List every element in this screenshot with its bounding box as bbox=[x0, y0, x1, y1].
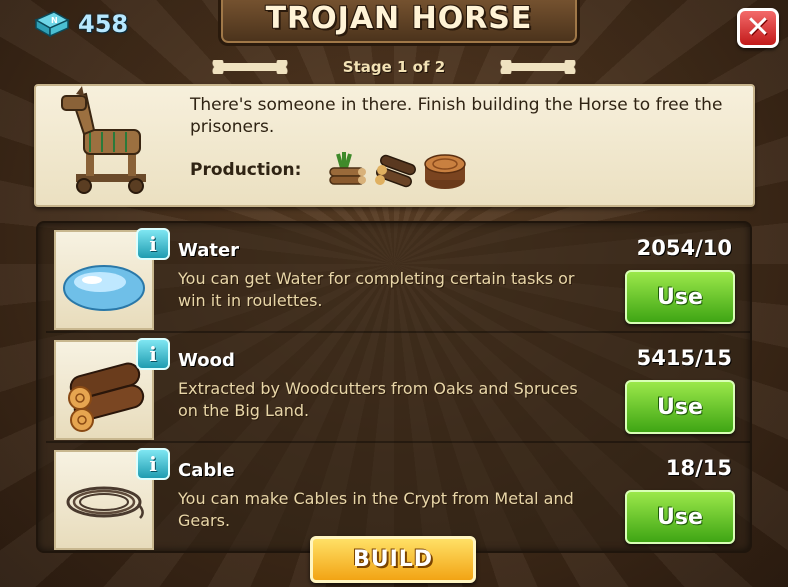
tree-stump-icon bbox=[424, 154, 466, 189]
page-title: TROJAN HORSE bbox=[265, 1, 533, 36]
build-button[interactable]: BUILD bbox=[310, 536, 476, 583]
resource-row-cable: i Cable You can make Cables in the Crypt… bbox=[46, 442, 750, 550]
log-bundle-icon bbox=[329, 152, 366, 185]
use-button[interactable]: Use bbox=[625, 380, 735, 434]
resource-name: Wood bbox=[178, 350, 235, 371]
info-button[interactable]: i bbox=[136, 448, 170, 480]
resource-row-wood: i Wood Extracted by Woodcutters from Oak… bbox=[46, 332, 750, 440]
quest-description: There's someone in there. Finish buildin… bbox=[190, 95, 723, 137]
logs-icon bbox=[375, 154, 416, 188]
currency-amount: 458 bbox=[78, 10, 129, 38]
resource-description: You can make Cables in the Crypt from Me… bbox=[178, 489, 574, 530]
resource-description: You can get Water for completing certain… bbox=[178, 269, 575, 310]
info-button[interactable]: i bbox=[136, 228, 170, 260]
resource-count: 2054/10 bbox=[636, 236, 732, 260]
resource-count: 18/15 bbox=[665, 456, 732, 480]
resource-row-water: i Water You can get Water for completing… bbox=[46, 222, 750, 330]
resource-name: Water bbox=[178, 240, 240, 261]
book-gem-icon: N bbox=[34, 11, 70, 38]
svg-text:N: N bbox=[51, 16, 58, 25]
stage-label: Stage 1 of 2 bbox=[342, 58, 446, 76]
bone-ornament-right bbox=[500, 60, 576, 74]
close-button[interactable]: ✕ bbox=[737, 8, 779, 48]
currency-display: N 458 bbox=[34, 10, 128, 38]
trojan-horse-icon bbox=[61, 86, 146, 194]
bone-ornament-left bbox=[212, 60, 288, 74]
title-plate: TROJAN HORSE bbox=[218, 0, 580, 46]
resource-description: Extracted by Woodcutters from Oaks and S… bbox=[178, 379, 578, 420]
production-label: Production: bbox=[190, 160, 302, 180]
info-button[interactable]: i bbox=[136, 338, 170, 370]
resource-count: 5415/15 bbox=[636, 346, 732, 370]
use-button[interactable]: Use bbox=[625, 270, 735, 324]
resource-name: Cable bbox=[178, 460, 235, 481]
use-button[interactable]: Use bbox=[625, 490, 735, 544]
quest-info-panel: There's someone in there. Finish buildin… bbox=[34, 84, 755, 207]
